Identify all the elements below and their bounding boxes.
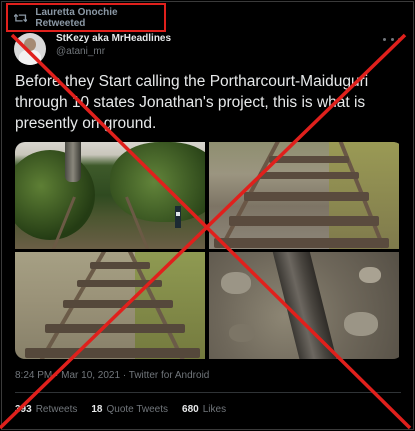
- more-dot: [390, 37, 394, 41]
- author-display-name[interactable]: StKezy aka MrHeadlines: [56, 33, 171, 44]
- photo-element: [110, 142, 205, 222]
- photo-element: [90, 262, 150, 269]
- engagement-stats: 393 Retweets 18 Quote Tweets 680 Likes: [15, 404, 226, 415]
- photo-element: [77, 280, 162, 287]
- photo-track-sleepers[interactable]: [209, 142, 399, 249]
- tweet-timestamp[interactable]: 8:24 PM · Mar 10, 2021 · Twitter for And…: [15, 370, 209, 381]
- photo-element: [269, 156, 349, 163]
- retweet-banner[interactable]: Lauretta Onochie Retweeted: [6, 3, 166, 32]
- avatar[interactable]: [14, 33, 46, 65]
- photo-element: [229, 216, 379, 226]
- photo-element: [25, 348, 200, 358]
- stat-likes[interactable]: 680 Likes: [182, 404, 226, 415]
- divider: [15, 392, 401, 393]
- photo-element: [259, 172, 359, 179]
- photo-element: [271, 252, 339, 359]
- photo-element: [221, 272, 251, 294]
- avatar-head: [24, 38, 36, 51]
- photo-rail-closeup[interactable]: [209, 252, 399, 359]
- stat-value: 18: [91, 404, 103, 415]
- retweet-label: Lauretta Onochie Retweeted: [35, 6, 118, 29]
- stat-retweets[interactable]: 393 Retweets: [15, 404, 77, 415]
- stat-value: 393: [15, 404, 32, 415]
- photo-element: [65, 142, 81, 182]
- author-handle[interactable]: @atani_mr: [56, 46, 105, 57]
- more-dot: [383, 37, 386, 41]
- photo-overgrown-bridge[interactable]: [15, 142, 205, 249]
- stat-quote-tweets[interactable]: 18 Quote Tweets: [91, 404, 168, 415]
- more-dot: [398, 37, 401, 41]
- more-options-icon[interactable]: [383, 33, 401, 45]
- photo-track-weeds[interactable]: [15, 252, 205, 359]
- stat-label: Likes: [202, 404, 227, 415]
- photo-element: [359, 267, 381, 283]
- stat-label: Retweets: [35, 404, 78, 415]
- photo-element: [63, 300, 173, 308]
- photo-element: [175, 206, 181, 228]
- photo-element: [344, 312, 378, 336]
- photo-element: [45, 324, 185, 333]
- photo-element: [214, 238, 389, 248]
- photo-element: [229, 324, 255, 342]
- photo-element: [15, 150, 95, 240]
- stat-value: 680: [182, 404, 199, 415]
- stat-label: Quote Tweets: [106, 404, 169, 415]
- media-grid: [15, 142, 403, 359]
- avatar-body: [19, 50, 41, 65]
- photo-element: [244, 192, 369, 201]
- tweet-text: Before they Start calling the Portharcou…: [15, 73, 369, 132]
- retweet-icon: [14, 13, 28, 22]
